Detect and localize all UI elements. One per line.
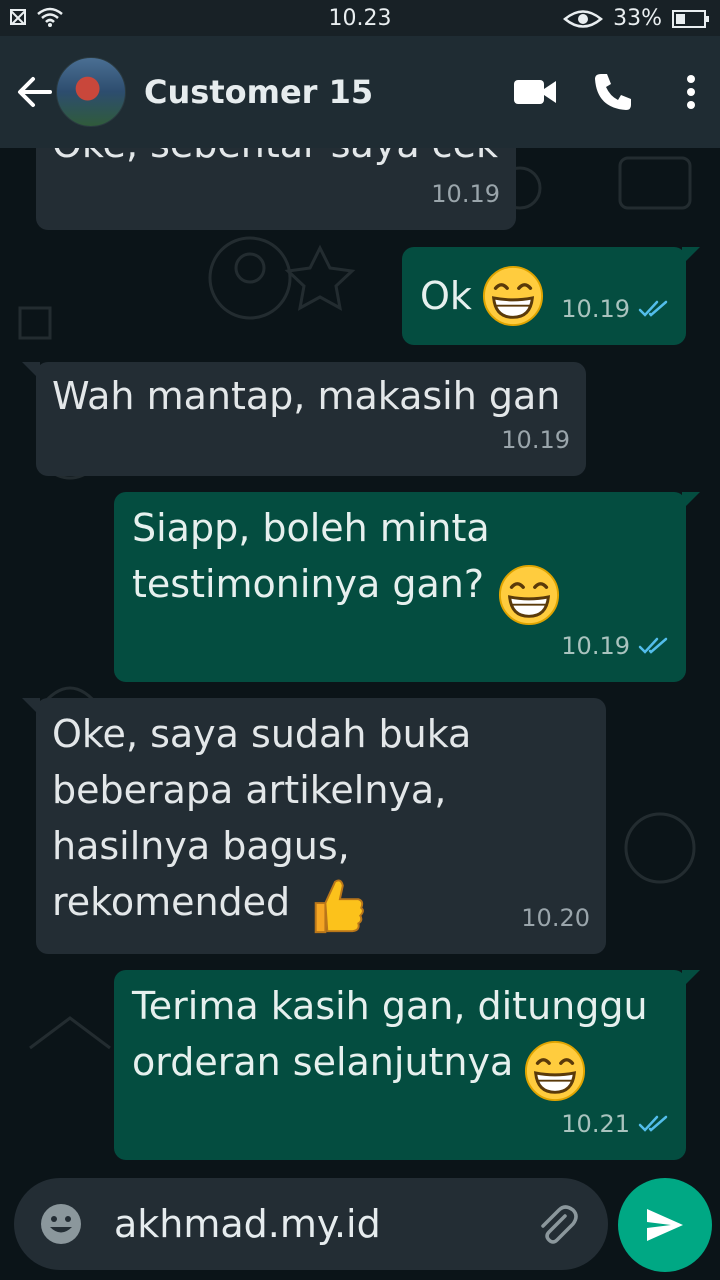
composer-bar: akhmad.my.id [0, 1168, 720, 1280]
message-text: Wah mantap, makasih gan [52, 374, 561, 418]
battery-icon [672, 9, 709, 28]
attach-button[interactable] [528, 1195, 586, 1253]
thumbs-up-emoji-icon [314, 879, 364, 934]
double-check-icon [638, 637, 668, 654]
bubble-tail [22, 362, 40, 380]
grinning-face-emoji-icon [524, 1040, 586, 1102]
chat-area[interactable]: Oke, sebentar saya cek 10.19 Ok 10.19 Wa… [0, 148, 720, 1168]
grinning-face-emoji-icon [498, 564, 560, 626]
message-bubble-outgoing[interactable]: Terima kasih gan, ditunggu orderan selan… [114, 970, 700, 1160]
send-icon [647, 1209, 683, 1241]
message-bubble-incoming[interactable]: Oke, sebentar saya cek 10.19 [36, 148, 516, 230]
message-time: 10.19 [561, 295, 630, 323]
message-time: 10.19 [501, 426, 570, 454]
double-check-icon [638, 1115, 668, 1132]
message-time: 10.19 [561, 632, 630, 660]
message-bubble-incoming[interactable]: Wah mantap, makasih gan 10.19 [22, 362, 586, 476]
more-vert-icon [687, 75, 695, 109]
video-camera-icon [514, 80, 556, 104]
bubble-tail [22, 698, 40, 716]
bubble-tail [682, 492, 700, 510]
smiley-icon [41, 1204, 81, 1244]
message-bubble-incoming[interactable]: Oke, saya sudah buka beberapa artikelnya… [22, 698, 606, 954]
bubble-tail [682, 970, 700, 988]
eye-icon [563, 9, 604, 28]
message-time: 10.20 [521, 904, 590, 932]
contact-name[interactable]: Customer 15 [144, 73, 486, 111]
menu-button[interactable] [662, 62, 720, 122]
bubble-tail [682, 247, 700, 265]
video-call-button[interactable] [506, 62, 564, 122]
paperclip-icon [541, 1205, 578, 1244]
back-button[interactable] [12, 62, 56, 122]
message-text: Siapp, boleh minta testimoninya gan? [132, 506, 490, 606]
send-button[interactable] [618, 1178, 712, 1272]
arrow-left-icon [18, 77, 52, 107]
message-input[interactable]: akhmad.my.id [114, 1202, 528, 1246]
message-time: 10.19 [431, 180, 500, 208]
message-text: Ok [420, 274, 472, 318]
status-bar: 10.23 33% [0, 0, 720, 36]
message-input-container[interactable]: akhmad.my.id [14, 1178, 608, 1270]
avatar[interactable] [56, 57, 126, 127]
grinning-face-emoji-icon [482, 265, 543, 327]
chat-header: Customer 15 [0, 36, 720, 148]
double-check-icon [638, 300, 668, 317]
emoji-button[interactable] [32, 1195, 90, 1253]
message-bubble-outgoing[interactable]: Ok 10.19 [402, 247, 700, 345]
phone-icon [595, 74, 631, 110]
battery-percent: 33% [613, 6, 662, 31]
message-bubble-outgoing[interactable]: Siapp, boleh minta testimoninya gan? 10.… [114, 492, 700, 682]
message-text: Oke, saya sudah buka beberapa artikelnya… [52, 712, 472, 924]
message-time: 10.21 [561, 1110, 630, 1138]
voice-call-button[interactable] [584, 62, 642, 122]
